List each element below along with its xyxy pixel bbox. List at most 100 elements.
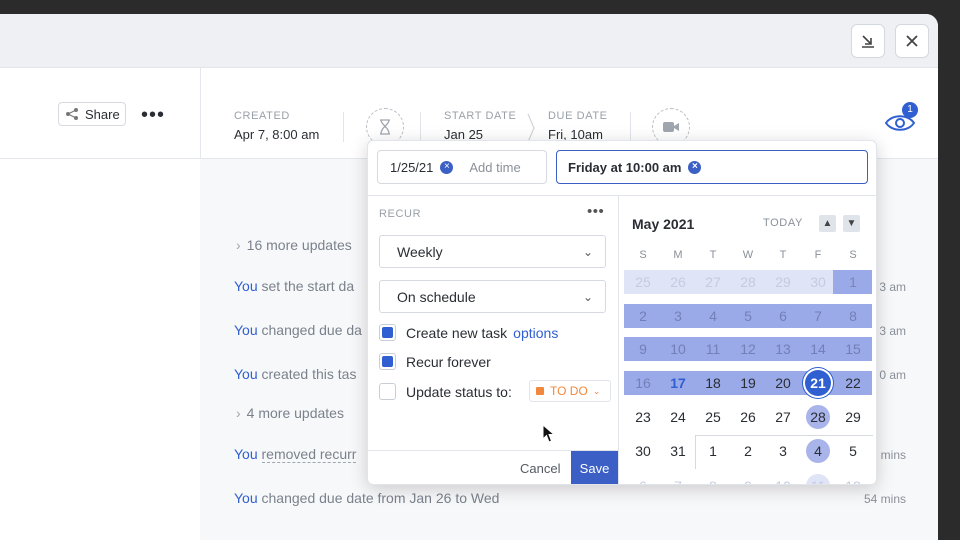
activity-item: You changed due da	[234, 322, 362, 338]
created-label: CREATED	[234, 110, 290, 122]
calendar-day[interactable]: 23	[628, 405, 658, 429]
calendar-day[interactable]: 18	[698, 371, 728, 395]
calendar-day[interactable]: 30	[803, 270, 833, 294]
created-value: Apr 7, 8:00 am	[234, 127, 320, 142]
calendar-day[interactable]: 6	[768, 304, 798, 328]
activity-item: You changed due date from Jan 26 to Wed	[234, 490, 500, 506]
share-icon	[66, 108, 78, 120]
cancel-button[interactable]: Cancel	[520, 461, 560, 476]
chevron-up-icon: ▲	[822, 218, 833, 229]
weekday-label: S	[849, 249, 857, 261]
schedule-select[interactable]: On schedule ⌄	[379, 280, 606, 313]
calendar-day[interactable]: 3	[663, 304, 693, 328]
frequency-select[interactable]: Weekly ⌄	[379, 235, 606, 268]
options-link[interactable]: options	[513, 325, 558, 341]
calendar-day[interactable]: 11	[698, 337, 728, 361]
minimize-button[interactable]	[851, 24, 885, 58]
calendar-day[interactable]: 19	[733, 371, 763, 395]
recur-forever-checkbox[interactable]	[379, 353, 396, 370]
add-time-placeholder[interactable]: Add time	[469, 160, 520, 175]
calendar-day[interactable]: 6	[628, 474, 658, 484]
calendar-day[interactable]: 31	[663, 439, 693, 463]
weekday-label: F	[814, 249, 822, 261]
today-button[interactable]: TODAY	[763, 217, 803, 229]
save-button[interactable]: Save	[571, 451, 618, 484]
calendar-day[interactable]: 7	[803, 304, 833, 328]
calendar-day[interactable]: 28	[733, 270, 763, 294]
calendar-day[interactable]: 7	[663, 474, 693, 484]
status-select[interactable]: TO DO ⌄	[529, 380, 611, 402]
calendar-day[interactable]: 28	[806, 405, 830, 429]
chevron-right-icon: ›	[236, 405, 241, 421]
calendar-day[interactable]: 26	[733, 405, 763, 429]
calendar-day[interactable]: 2	[628, 304, 658, 328]
calendar-day[interactable]: 26	[663, 270, 693, 294]
calendar-day[interactable]: 10	[663, 337, 693, 361]
calendar-day[interactable]: 14	[803, 337, 833, 361]
calendar-day[interactable]: 27	[698, 270, 728, 294]
create-new-task-checkbox[interactable]	[379, 324, 396, 341]
more-updates-toggle[interactable]: › 16 more updates	[236, 237, 352, 253]
watchers-button[interactable]: 1	[884, 102, 918, 141]
video-camera-icon	[663, 122, 679, 132]
more-updates-toggle[interactable]: › 4 more updates	[236, 405, 344, 421]
calendar-day[interactable]: 1	[838, 270, 868, 294]
activity-time: 3 am	[879, 280, 906, 294]
chevron-down-icon: ⌄	[582, 245, 593, 259]
chevron-down-icon: ⌄	[592, 385, 601, 396]
calendar-day[interactable]: 25	[698, 405, 728, 429]
share-button[interactable]: Share	[58, 102, 126, 126]
weekday-label: T	[779, 249, 787, 261]
calendar-day[interactable]: 13	[768, 337, 798, 361]
update-status-label: Update status to:	[406, 383, 512, 400]
calendar-day[interactable]: 8	[698, 474, 728, 484]
calendar-day[interactable]: 10	[768, 474, 798, 484]
calendar-day[interactable]: 29	[768, 270, 798, 294]
chevron-right-icon: ›	[236, 237, 241, 253]
more-menu-icon[interactable]: •••	[141, 104, 165, 127]
close-button[interactable]	[895, 24, 929, 58]
hourglass-icon	[380, 119, 390, 135]
weekday-label: M	[673, 249, 683, 261]
calendar-day[interactable]: 29	[838, 405, 868, 429]
calendar-day[interactable]: 12	[838, 474, 868, 484]
calendar-day[interactable]: 15	[838, 337, 868, 361]
calendar-day[interactable]: 16	[628, 371, 658, 395]
calendar-day[interactable]: 22	[838, 371, 868, 395]
calendar-day[interactable]: 17	[663, 371, 693, 395]
prev-month-button[interactable]: ▲	[819, 215, 836, 232]
recur-forever-row: Recur forever	[379, 353, 491, 370]
create-new-task-label: Create new task	[406, 324, 508, 341]
calendar-day[interactable]: 12	[733, 337, 763, 361]
weekday-label: T	[709, 249, 717, 261]
calendar-day[interactable]: 8	[838, 304, 868, 328]
calendar-day[interactable]: 9	[628, 337, 658, 361]
calendar-day[interactable]: 11	[806, 474, 830, 484]
clear-due-date-icon[interactable]: ×	[688, 160, 702, 174]
start-date-input[interactable]: 1/25/21 × Add time	[377, 150, 547, 184]
recur-more-icon[interactable]: •••	[587, 203, 604, 220]
activity-time: 3 am	[879, 324, 906, 338]
clear-start-date-icon[interactable]: ×	[440, 160, 454, 174]
due-date-label: DUE DATE	[548, 110, 608, 122]
date-picker-popup: 1/25/21 × Add time Friday at 10:00 am × …	[367, 140, 877, 485]
activity-time: mins	[880, 448, 906, 462]
calendar-day[interactable]: 27	[768, 405, 798, 429]
calendar-day[interactable]: 24	[663, 405, 693, 429]
next-month-boundary	[695, 435, 873, 469]
weekday-label: S	[639, 249, 647, 261]
calendar-day[interactable]: 9	[733, 474, 763, 484]
calendar-day[interactable]: 4	[698, 304, 728, 328]
status-value: TO DO	[550, 384, 588, 398]
share-label: Share	[85, 106, 120, 122]
close-icon	[906, 35, 918, 47]
next-month-button[interactable]: ▼	[843, 215, 860, 232]
calendar-day[interactable]: 30	[628, 439, 658, 463]
due-date-input[interactable]: Friday at 10:00 am ×	[556, 150, 868, 184]
calendar-day[interactable]: 21	[805, 370, 831, 396]
update-status-checkbox[interactable]	[379, 383, 396, 400]
calendar-day[interactable]: 5	[733, 304, 763, 328]
calendar-day[interactable]: 20	[768, 371, 798, 395]
calendar-day[interactable]: 25	[628, 270, 658, 294]
chevron-down-icon: ⌄	[582, 290, 593, 304]
